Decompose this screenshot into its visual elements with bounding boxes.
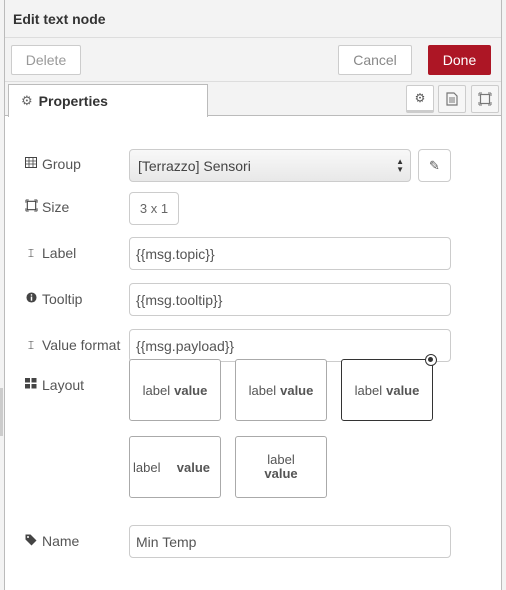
resize-icon <box>24 199 38 215</box>
tooltip-row-label: Tooltip <box>24 291 82 307</box>
layout-option-value: value <box>280 382 314 398</box>
name-input[interactable]: Min Temp <box>129 525 451 558</box>
layout-option-label: label <box>354 382 383 398</box>
layout-option-value: value <box>386 382 420 398</box>
layout-option-label: label <box>133 459 161 475</box>
tooltip-input[interactable]: {{msg.tooltip}} <box>129 283 451 316</box>
size-row-label: Size <box>24 199 69 215</box>
info-icon <box>24 292 38 306</box>
cancel-button[interactable]: Cancel <box>338 45 412 75</box>
tab-properties[interactable]: ⚙ Properties <box>8 84 208 117</box>
value-format-input[interactable]: {{msg.payload}} <box>129 329 451 362</box>
frame-icon[interactable] <box>471 85 499 113</box>
value-format-row-label: 𝙸 Value format <box>24 337 121 353</box>
value-format-label: Value format <box>42 337 121 353</box>
tooltip-label: Tooltip <box>42 291 83 307</box>
layout-option-row-center[interactable]: label value <box>235 359 327 421</box>
size-label: Size <box>42 199 70 215</box>
layout-row-label: Layout <box>24 377 84 393</box>
dialog-toolbar: Delete Cancel Done <box>5 38 501 82</box>
grid-icon <box>24 378 38 392</box>
edit-group-button[interactable]: ✎ <box>418 149 451 182</box>
name-row-label: Name <box>24 533 79 549</box>
tag-icon <box>24 534 38 549</box>
group-select-value: [Terrazzo] Sensori <box>138 157 251 174</box>
layout-option-column-center[interactable]: label value <box>235 436 327 498</box>
layout-selected-radio <box>425 354 437 366</box>
layout-option-row-spread[interactable]: label value <box>129 436 221 498</box>
layout-option-row-right[interactable]: label value <box>341 359 433 421</box>
layout-option-label: label <box>248 382 277 398</box>
delete-button[interactable]: Delete <box>11 45 81 75</box>
group-select[interactable]: [Terrazzo] Sensori ▲ ▼ <box>129 149 411 182</box>
layout-option-value: value <box>174 382 208 398</box>
tab-bar: ⚙ Properties ⚙ <box>5 82 501 117</box>
name-label: Name <box>42 533 80 549</box>
table-icon <box>24 157 38 171</box>
tab-properties-label: Properties <box>38 93 108 109</box>
size-button[interactable]: 3 x 1 <box>129 192 179 225</box>
text-cursor-icon: 𝙸 <box>26 337 36 352</box>
dialog-title: Edit text node <box>5 0 501 38</box>
label-input[interactable]: {{msg.topic}} <box>129 237 451 270</box>
text-cursor-icon: 𝙸 <box>26 245 36 260</box>
label-label: Label <box>42 245 77 261</box>
layout-option-value: value <box>264 466 298 481</box>
layout-option-label: label <box>267 452 295 467</box>
layout-option-row-left[interactable]: label value <box>129 359 221 421</box>
layout-label: Layout <box>42 377 85 393</box>
document-icon[interactable] <box>438 85 466 113</box>
group-label: Group <box>42 156 81 172</box>
group-row-label: Group <box>24 156 81 172</box>
pencil-icon: ✎ <box>429 157 440 173</box>
properties-tab-gear-icon[interactable]: ⚙ <box>406 85 434 113</box>
layout-option-value: value <box>176 459 210 475</box>
done-button[interactable]: Done <box>428 45 491 75</box>
background-panel-edge <box>0 388 3 436</box>
label-row-label: 𝙸 Label <box>24 245 77 261</box>
gear-icon: ⚙ <box>21 93 33 108</box>
select-arrows-icon: ▲ ▼ <box>396 157 404 174</box>
layout-option-label: label <box>142 382 171 398</box>
edit-dialog: Edit text node Delete Cancel Done ⚙ Prop… <box>4 0 502 590</box>
